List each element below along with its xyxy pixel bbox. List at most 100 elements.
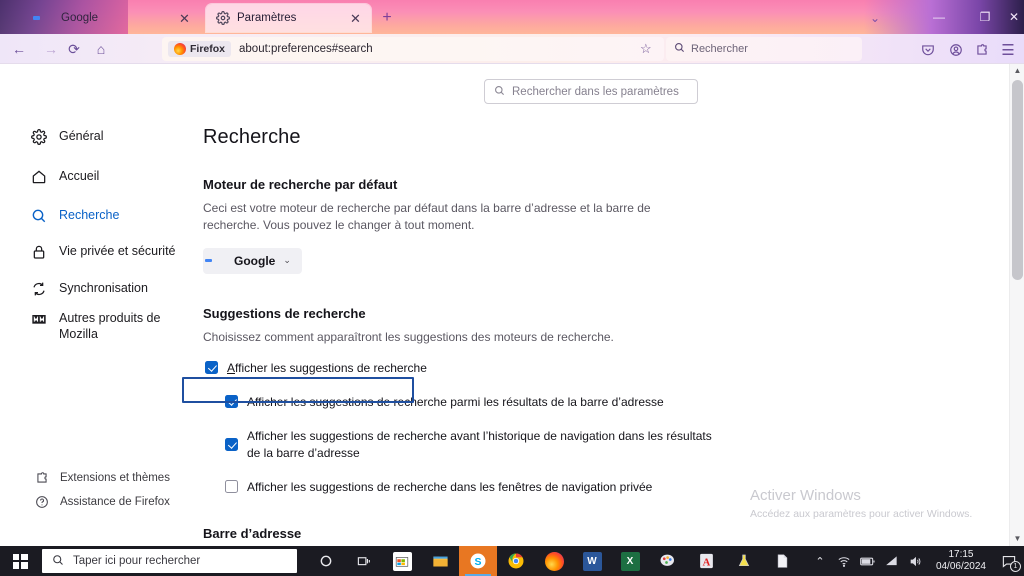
reload-icon[interactable]: ⟳ bbox=[63, 38, 85, 60]
chevron-down-icon[interactable]: ⌄ bbox=[866, 9, 884, 27]
lock-icon bbox=[30, 243, 47, 260]
file-explorer-icon[interactable] bbox=[421, 546, 459, 576]
watermark-title: Activer Windows bbox=[750, 487, 861, 504]
gear-icon bbox=[30, 128, 47, 145]
preferences-main-panel: Recherche Moteur de recherche par défaut… bbox=[182, 64, 723, 546]
battery-icon[interactable] bbox=[856, 546, 880, 576]
notification-center-button[interactable]: 1 bbox=[994, 546, 1024, 576]
page-scrollbar[interactable]: ▲ ▼ bbox=[1009, 64, 1024, 546]
app-menu-icon[interactable]: ☰ bbox=[998, 40, 1018, 60]
show-hidden-icons[interactable]: ⌃ bbox=[808, 546, 832, 576]
forward-icon[interactable]: → bbox=[40, 38, 62, 60]
checkbox-label-rest: fficher les suggestions de recherche bbox=[235, 361, 427, 376]
firefox-icon[interactable] bbox=[535, 546, 573, 576]
sidebar-item-autres-produits[interactable]: Autres produits de Mozilla bbox=[30, 310, 190, 342]
checkbox-suggestions-private-windows[interactable]: Afficher les suggestions de recherche da… bbox=[225, 479, 723, 496]
close-window-button[interactable]: ✕ bbox=[1004, 0, 1024, 34]
sidebar-item-general[interactable]: Général bbox=[30, 128, 190, 145]
scroll-down-icon[interactable]: ▼ bbox=[1010, 532, 1024, 546]
sidebar-bottom-label: Extensions et thèmes bbox=[60, 471, 170, 484]
extensions-icon[interactable] bbox=[972, 40, 992, 60]
network-icon[interactable] bbox=[880, 546, 904, 576]
question-icon bbox=[34, 494, 49, 509]
checkbox-label: Afficher les suggestions de recherche av… bbox=[247, 429, 712, 461]
sidebar-item-recherche[interactable]: Recherche bbox=[30, 207, 190, 224]
sidebar-item-label: Accueil bbox=[59, 169, 100, 183]
suggestions-heading: Suggestions de recherche bbox=[203, 305, 366, 321]
default-engine-dropdown[interactable]: Google ⌄ bbox=[203, 247, 302, 274]
bookmark-star-icon[interactable]: ☆ bbox=[640, 41, 652, 57]
close-icon[interactable]: ✕ bbox=[177, 11, 192, 26]
system-tray: ⌃ 17:15 04/06/2024 1 bbox=[808, 546, 1024, 576]
start-button[interactable] bbox=[0, 546, 40, 576]
task-view-icon[interactable] bbox=[345, 546, 383, 576]
windows-logo-icon bbox=[12, 553, 28, 569]
clock-date: 04/06/2024 bbox=[935, 561, 986, 572]
mozilla-icon bbox=[30, 310, 47, 327]
minimize-button[interactable]: — bbox=[916, 0, 962, 34]
taskbar-clock[interactable]: 17:15 04/06/2024 bbox=[928, 546, 994, 576]
navigation-toolbar: ← → ⟳ ⌂ Firefox about:preferences#search… bbox=[0, 34, 1024, 64]
tab-label: Google bbox=[61, 12, 99, 24]
clock-time: 17:15 bbox=[948, 548, 974, 560]
checkbox-icon[interactable] bbox=[225, 395, 238, 409]
default-engine-description: Ceci est votre moteur de recherche par d… bbox=[203, 201, 651, 233]
tab-bar: Google ✕ Paramètres ✕ + ⌄ — ❐ ✕ bbox=[0, 0, 1024, 34]
tab-label: Paramètres bbox=[237, 12, 297, 24]
checkbox-suggestions-in-urlbar[interactable]: Afficher les suggestions de recherche pa… bbox=[225, 394, 723, 411]
tab-parametres[interactable]: Paramètres ✕ bbox=[206, 4, 371, 32]
paint-icon[interactable] bbox=[649, 546, 687, 576]
word-icon[interactable]: W bbox=[573, 546, 611, 576]
scrollbar-thumb[interactable] bbox=[1012, 80, 1023, 280]
document-icon[interactable] bbox=[763, 546, 801, 576]
sidebar-item-synchronisation[interactable]: Synchronisation bbox=[30, 280, 190, 297]
checkbox-icon[interactable] bbox=[225, 480, 238, 494]
checkbox-icon[interactable] bbox=[205, 361, 218, 375]
search-icon bbox=[52, 554, 64, 569]
excel-icon[interactable]: X bbox=[611, 546, 649, 576]
toolbar-search-input[interactable]: Rechercher bbox=[666, 37, 862, 61]
watermark-subtitle: Accédez aux paramètres pour activer Wind… bbox=[750, 508, 973, 520]
gear-icon bbox=[216, 11, 230, 25]
sidebar-item-assistance[interactable]: Assistance de Firefox bbox=[34, 494, 170, 509]
skype-icon[interactable]: S bbox=[459, 546, 497, 576]
home-icon[interactable]: ⌂ bbox=[90, 38, 112, 60]
search-icon bbox=[674, 42, 685, 56]
address-bar[interactable]: Firefox about:preferences#search bbox=[162, 37, 664, 61]
adobe-reader-icon[interactable]: A bbox=[687, 546, 725, 576]
sidebar-bottom-label: Assistance de Firefox bbox=[60, 495, 170, 508]
sidebar-item-accueil[interactable]: Accueil bbox=[30, 168, 190, 185]
checkbox-suggestions-before-history[interactable]: Afficher les suggestions de recherche av… bbox=[225, 428, 715, 462]
back-icon[interactable]: ← bbox=[8, 38, 30, 60]
microsoft-store-icon[interactable] bbox=[383, 546, 421, 576]
pocket-icon[interactable] bbox=[918, 40, 938, 60]
cortana-icon[interactable] bbox=[307, 546, 345, 576]
maximize-button[interactable]: ❐ bbox=[962, 0, 1008, 34]
chemistry-app-icon[interactable] bbox=[725, 546, 763, 576]
sidebar-item-extensions[interactable]: Extensions et thèmes bbox=[34, 470, 170, 485]
preferences-sidebar: Général Accueil Recherche Vie privée et … bbox=[0, 64, 190, 546]
sidebar-item-vie-privee[interactable]: Vie privée et sécurité bbox=[30, 243, 190, 260]
checkbox-label: Afficher les suggestions de recherche pa… bbox=[247, 395, 664, 410]
checkbox-icon[interactable] bbox=[225, 438, 238, 452]
new-tab-button[interactable]: + bbox=[378, 9, 396, 27]
google-icon bbox=[40, 11, 54, 25]
account-icon[interactable] bbox=[946, 40, 966, 60]
browser-window: Google ✕ Paramètres ✕ + ⌄ — ❐ ✕ ← → ⟳ ⌂ bbox=[0, 0, 1024, 576]
firefox-icon bbox=[174, 43, 186, 55]
wifi-icon[interactable] bbox=[832, 546, 856, 576]
chevron-down-icon: ⌄ bbox=[283, 255, 291, 266]
volume-icon[interactable] bbox=[904, 546, 928, 576]
taskbar-search-input[interactable]: Taper ici pour rechercher bbox=[42, 549, 297, 573]
word-glyph: W bbox=[582, 551, 602, 571]
checkbox-show-search-suggestions[interactable]: Afficher les suggestions de recherche bbox=[205, 360, 723, 377]
svg-text:A: A bbox=[702, 557, 710, 568]
scroll-up-icon[interactable]: ▲ bbox=[1010, 64, 1024, 78]
chrome-icon[interactable] bbox=[497, 546, 535, 576]
sidebar-item-label: Vie privée et sécurité bbox=[59, 244, 176, 258]
svg-text:S: S bbox=[474, 556, 481, 568]
identity-chip[interactable]: Firefox bbox=[168, 41, 232, 57]
close-icon[interactable]: ✕ bbox=[348, 11, 363, 26]
tab-google[interactable]: Google ✕ bbox=[30, 4, 200, 32]
notification-count: 1 bbox=[1010, 561, 1021, 572]
